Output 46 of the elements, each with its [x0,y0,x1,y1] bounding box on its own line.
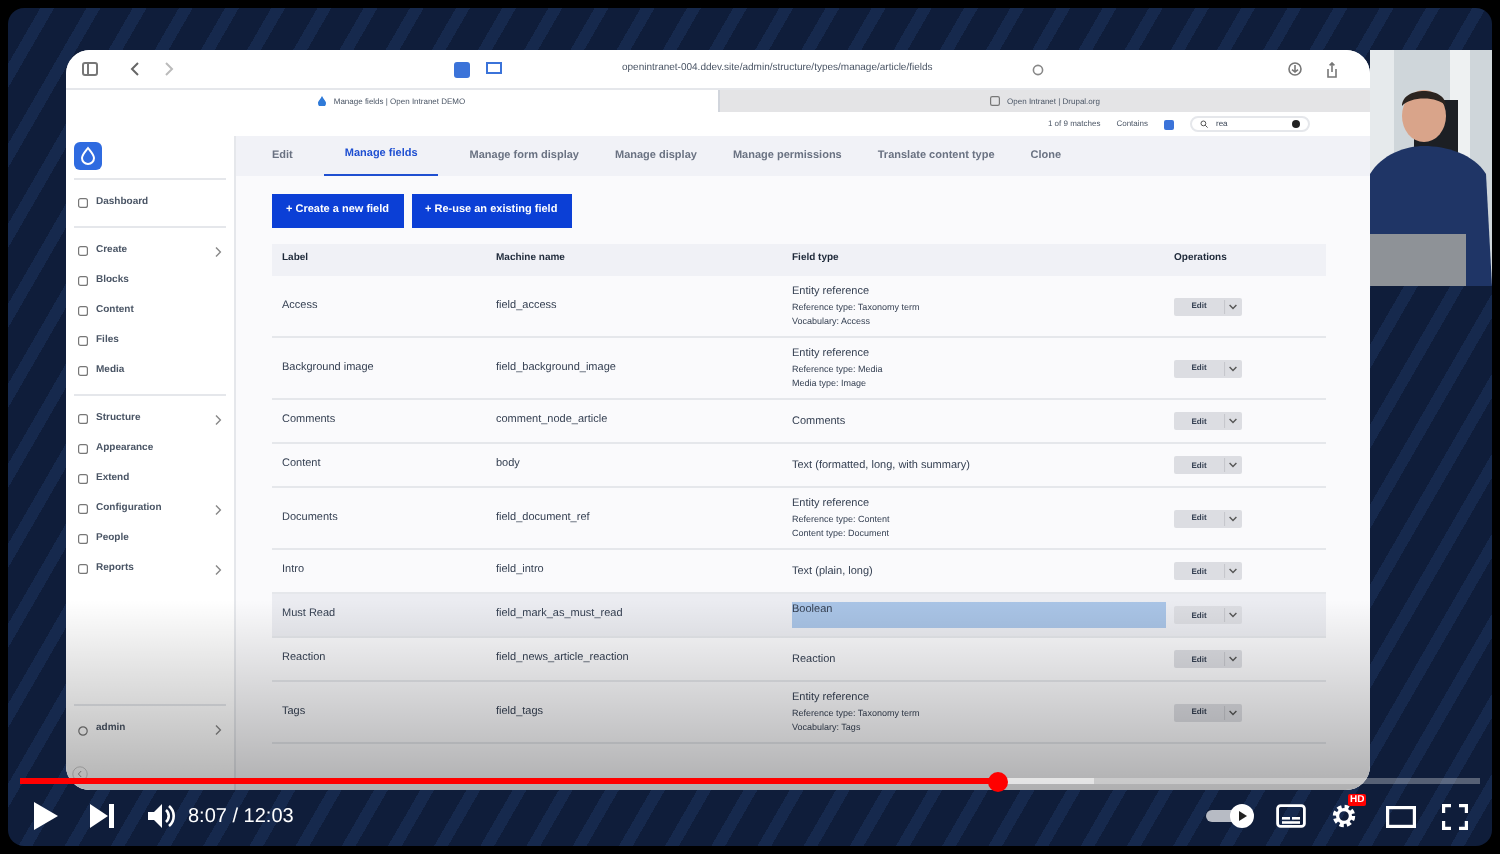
chevron-right-icon [214,413,222,425]
outline-square-icon [78,414,88,424]
drop-icon [317,96,326,106]
chevron-right-icon [214,503,222,515]
chevron-right-icon [214,245,222,257]
square-icon [989,96,1000,106]
play-icon[interactable] [32,802,58,830]
caret-icon [1224,456,1242,474]
caret-icon [1224,297,1242,315]
subtitles-icon[interactable] [1276,804,1306,828]
caret-icon [1224,562,1242,580]
caret-icon [1224,650,1242,668]
outline-square-icon [78,366,88,376]
outline-square-icon [78,336,88,346]
autoplay-toggle[interactable] [1206,804,1254,828]
drupal-drop-logo[interactable] [74,142,102,170]
outline-square-icon [78,276,88,286]
caret-icon [1224,606,1242,624]
sidebar-toggle-icon[interactable] [82,62,98,76]
next-icon[interactable] [90,804,114,828]
outline-square-icon [78,198,88,208]
circle-icon [78,725,88,735]
time-display: 8:07 / 12:03 [188,803,294,831]
chevron-right-icon [214,563,222,575]
outline-square-icon [78,474,88,484]
caret-icon [1224,703,1242,721]
chevron-right-icon [214,724,222,736]
outline-square-icon [78,444,88,454]
outline-square-icon [78,246,88,256]
outline-square-icon [78,564,88,574]
monitor-icon[interactable] [486,62,502,76]
outline-square-icon [78,534,88,544]
download-icon[interactable] [1288,62,1302,76]
caret-icon [1224,509,1242,527]
volume-icon[interactable] [148,804,176,828]
theater-mode-icon[interactable] [1386,805,1416,827]
fullscreen-icon[interactable] [1442,803,1468,829]
settings-icon [1330,802,1358,830]
share-icon[interactable] [1326,61,1338,77]
search-icon [1200,120,1208,128]
checkbox[interactable] [1164,119,1174,129]
outline-square-icon [78,306,88,316]
caret-icon [1224,412,1242,430]
outline-square-icon [78,504,88,514]
caret-icon [1224,359,1242,377]
back-icon[interactable] [130,62,140,76]
